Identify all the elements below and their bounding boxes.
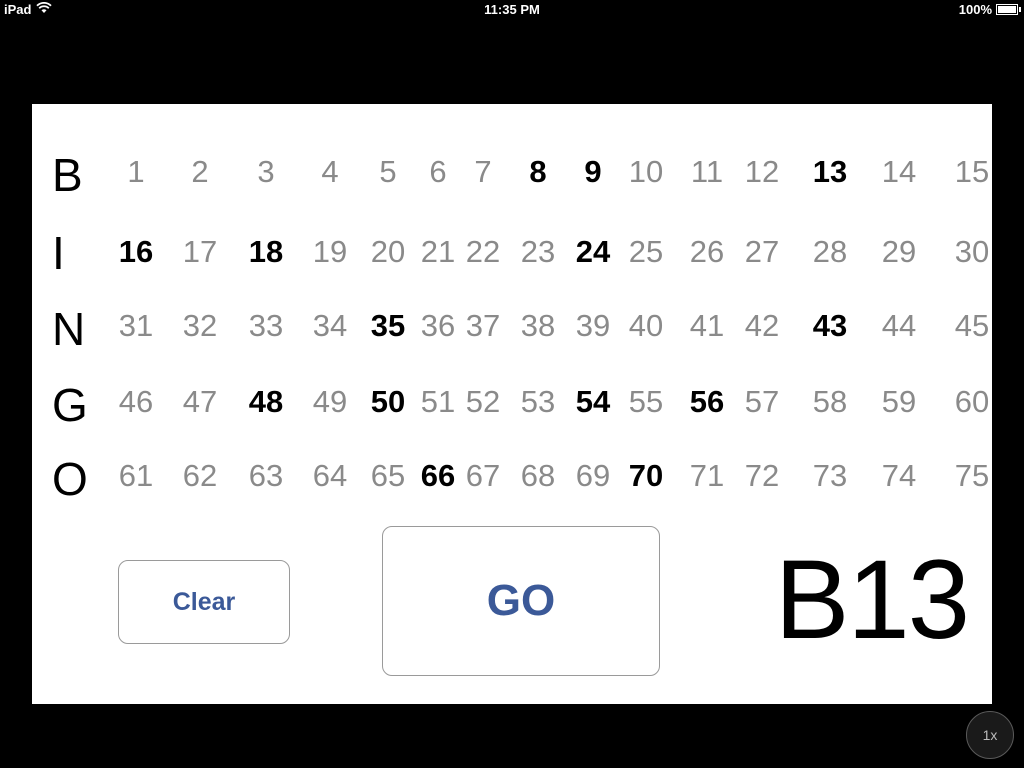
bingo-number-13: 13: [812, 154, 848, 189]
bingo-number-47: 47: [182, 384, 218, 419]
bingo-number-22: 22: [465, 234, 501, 269]
bingo-number-25: 25: [628, 234, 664, 269]
status-time: 11:35 PM: [484, 2, 540, 17]
bingo-number-67: 67: [465, 458, 501, 493]
bingo-number-31: 31: [118, 308, 154, 343]
row-letter-n: N: [52, 303, 86, 355]
battery-icon: [996, 4, 1021, 15]
bingo-number-56: 56: [689, 384, 725, 419]
bingo-number-29: 29: [881, 234, 917, 269]
bingo-number-70: 70: [628, 458, 664, 493]
row-letter-i: I: [52, 227, 65, 279]
zoom-button[interactable]: 1x: [966, 711, 1014, 759]
bingo-panel: B 1 2 3 4 5 6 7 8 9 10 11 12 13 14 15 I 16 17 18 19 20 21 22 23 2…: [32, 104, 992, 704]
bingo-number-15: 15: [954, 154, 990, 189]
bingo-number-24: 24: [575, 234, 611, 269]
bingo-number-52: 52: [465, 384, 501, 419]
bingo-number-4: 4: [321, 154, 339, 189]
bingo-number-38: 38: [520, 308, 556, 343]
bingo-number-14: 14: [881, 154, 917, 189]
bingo-number-18: 18: [248, 234, 284, 269]
bingo-number-61: 61: [118, 458, 154, 493]
bingo-number-2: 2: [191, 154, 209, 189]
bingo-number-45: 45: [954, 308, 990, 343]
battery-percent: 100%: [958, 2, 992, 17]
bingo-number-54: 54: [575, 384, 611, 419]
bingo-number-62: 62: [182, 458, 218, 493]
status-bar: iPad 11:35 PM 100%: [0, 0, 1024, 20]
bingo-number-32: 32: [182, 308, 218, 343]
bingo-number-43: 43: [812, 308, 848, 343]
row-letter-g: G: [52, 379, 88, 431]
bingo-number-53: 53: [520, 384, 556, 419]
bingo-number-10: 10: [628, 154, 664, 189]
bingo-number-40: 40: [628, 308, 664, 343]
bingo-number-37: 37: [465, 308, 501, 343]
bingo-number-23: 23: [520, 234, 556, 269]
bingo-number-42: 42: [744, 308, 780, 343]
bingo-number-71: 71: [689, 458, 725, 493]
bingo-number-63: 63: [248, 458, 284, 493]
bingo-number-28: 28: [812, 234, 848, 269]
bingo-number-3: 3: [257, 154, 275, 189]
bingo-number-58: 58: [812, 384, 848, 419]
bingo-number-11: 11: [690, 154, 724, 189]
bingo-number-1: 1: [127, 154, 145, 189]
bingo-number-75: 75: [954, 458, 990, 493]
bingo-number-26: 26: [689, 234, 725, 269]
bingo-number-73: 73: [812, 458, 848, 493]
bingo-number-33: 33: [248, 308, 284, 343]
bingo-number-55: 55: [628, 384, 664, 419]
bingo-number-8: 8: [529, 154, 547, 189]
bingo-number-64: 64: [312, 458, 348, 493]
bingo-number-12: 12: [744, 154, 780, 189]
bingo-number-7: 7: [474, 154, 492, 189]
current-call: B13: [774, 537, 970, 662]
status-right: 100%: [958, 2, 1021, 17]
bingo-number-48: 48: [248, 384, 284, 419]
bingo-number-39: 39: [575, 308, 611, 343]
row-letter-b: B: [52, 149, 83, 201]
bingo-number-46: 46: [118, 384, 154, 419]
row-letter-o: O: [52, 453, 88, 505]
bingo-number-16: 16: [118, 234, 154, 269]
go-button[interactable]: GO: [382, 526, 660, 676]
bingo-number-30: 30: [954, 234, 990, 269]
bingo-number-74: 74: [881, 458, 917, 493]
bingo-number-68: 68: [520, 458, 556, 493]
bingo-number-59: 59: [881, 384, 917, 419]
bingo-number-9: 9: [584, 154, 602, 189]
bingo-number-49: 49: [312, 384, 348, 419]
clear-button[interactable]: Clear: [118, 560, 290, 644]
bingo-number-69: 69: [575, 458, 611, 493]
bingo-number-19: 19: [312, 234, 348, 269]
bingo-number-41: 41: [689, 308, 725, 343]
bingo-number-44: 44: [881, 308, 917, 343]
bingo-number-34: 34: [312, 308, 348, 343]
bingo-number-27: 27: [744, 234, 780, 269]
bingo-number-60: 60: [954, 384, 990, 419]
bingo-number-17: 17: [182, 234, 218, 269]
bingo-number-72: 72: [744, 458, 780, 493]
bingo-number-57: 57: [744, 384, 780, 419]
